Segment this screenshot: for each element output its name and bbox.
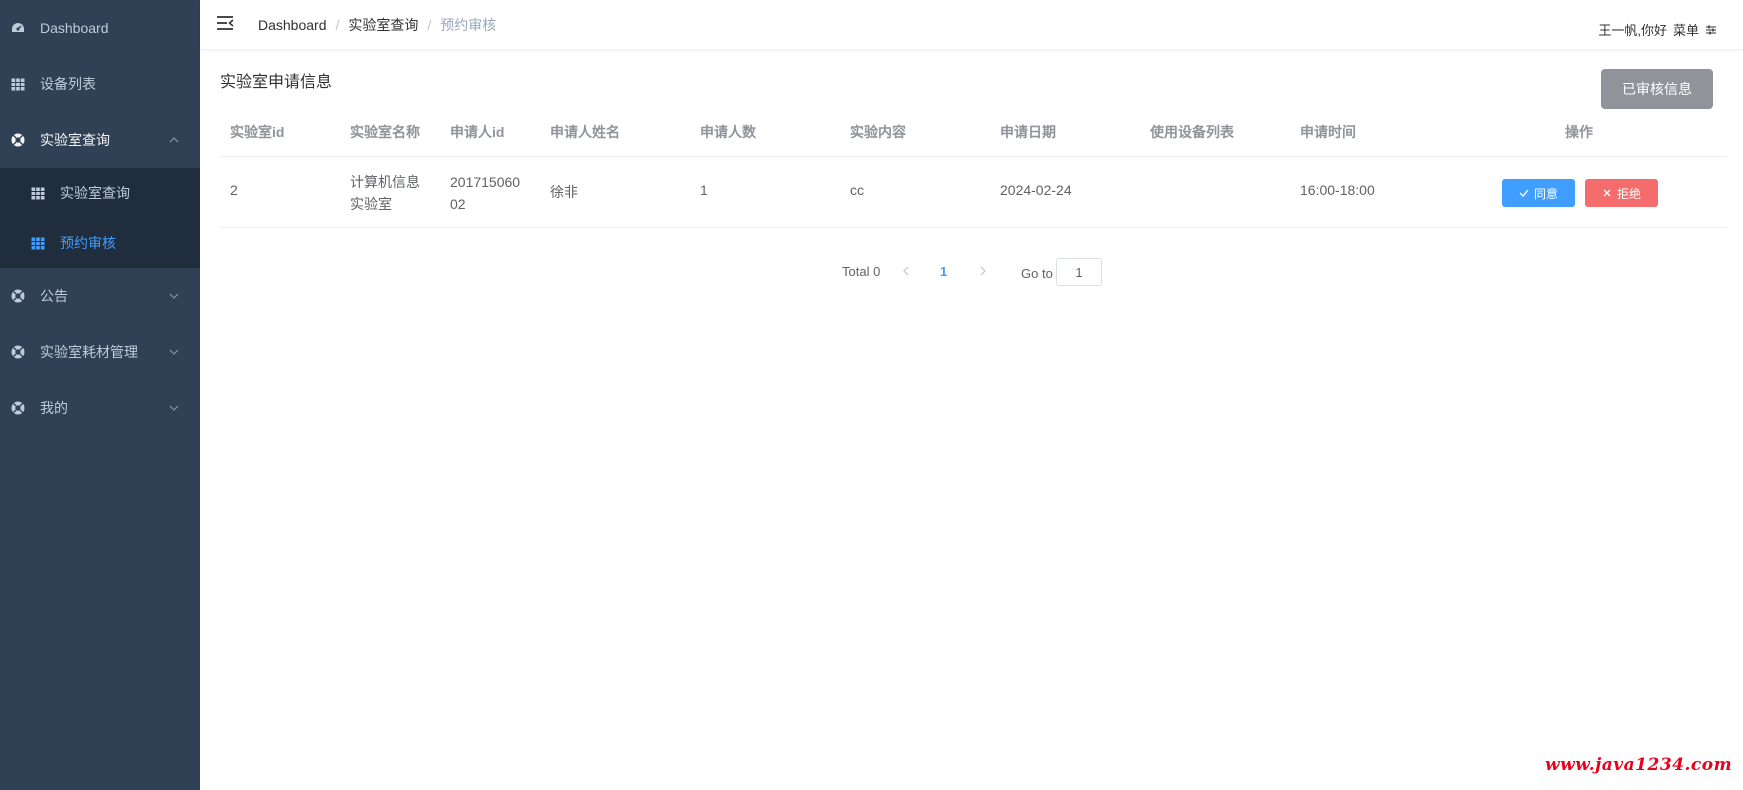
- sidebar-item-label: Dashboard: [40, 20, 109, 36]
- reject-button[interactable]: 拒绝: [1585, 179, 1658, 207]
- breadcrumb-separator: /: [335, 17, 340, 33]
- column-header: 申请时间: [1300, 124, 1356, 140]
- reviewed-info-button[interactable]: 已审核信息: [1601, 69, 1713, 109]
- cell-time: 16:00-18:00: [1300, 182, 1375, 198]
- sidebar-item-label: 实验室耗材管理: [40, 344, 138, 360]
- table-header: 实验室id 实验室名称 申请人id 申请人姓名 申请人数 实验内容 申请日期 使…: [220, 112, 1727, 157]
- column-header: 申请人姓名: [550, 124, 620, 140]
- reservation-table: 实验室id 实验室名称 申请人id 申请人姓名 申请人数 实验内容 申请日期 使…: [220, 112, 1727, 228]
- sidebar-item-notice[interactable]: 公告: [0, 268, 200, 324]
- table-icon: [30, 235, 46, 251]
- agree-button[interactable]: 同意: [1502, 179, 1575, 207]
- watermark: www.java1234.com: [1545, 755, 1733, 775]
- chevron-down-icon: [169, 405, 179, 411]
- sidebar: Dashboard 设备列表 实验室查询 实验室查询 预约审核 公告 实验室耗材…: [0, 0, 200, 790]
- column-header: 申请日期: [1000, 124, 1056, 140]
- column-header: 操作: [1565, 124, 1593, 140]
- cell-lab-name: 计算机信息 实验室: [350, 171, 420, 215]
- agree-button-label: 同意: [1533, 186, 1558, 201]
- column-header: 申请人数: [700, 124, 756, 140]
- pagination-goto-label: Go to: [1021, 266, 1053, 281]
- sidebar-item-equipment-list[interactable]: 设备列表: [0, 56, 200, 112]
- menu-label[interactable]: 菜单: [1673, 20, 1699, 39]
- chevron-right-icon[interactable]: [977, 265, 989, 277]
- chevron-down-icon: [169, 293, 179, 299]
- sliders-icon[interactable]: [1705, 24, 1717, 36]
- hamburger-icon[interactable]: [216, 15, 234, 31]
- dashboard-icon: [10, 20, 26, 36]
- sidebar-item-mine[interactable]: 我的: [0, 380, 200, 436]
- sidebar-item-label: 设备列表: [40, 76, 96, 92]
- breadcrumb-item-current: 预约审核: [440, 17, 497, 33]
- sidebar-submenu-lab-query: 实验室查询 预约审核: [0, 168, 200, 268]
- column-header: 实验室名称: [350, 124, 420, 140]
- breadcrumb-item-dashboard[interactable]: Dashboard: [258, 17, 327, 33]
- sidebar-item-label: 实验室查询: [60, 185, 130, 201]
- table-icon: [30, 185, 46, 201]
- column-header: 使用设备列表: [1150, 124, 1234, 140]
- sidebar-item-lab-query-group[interactable]: 实验室查询: [0, 112, 200, 168]
- cell-line: 02: [450, 196, 466, 212]
- table-row: 2 计算机信息 实验室 201715060 02 徐非 1 cc 2024-02…: [220, 157, 1727, 228]
- column-header: 实验内容: [850, 124, 906, 140]
- lifebuoy-icon: [10, 288, 26, 304]
- navbar: Dashboard / 实验室查询 / 预约审核 王一帆,你好 菜单: [200, 0, 1743, 50]
- breadcrumb: Dashboard / 实验室查询 / 预约审核: [258, 15, 496, 35]
- chevron-down-icon: [169, 349, 179, 355]
- reject-button-label: 拒绝: [1616, 186, 1641, 201]
- pagination-page[interactable]: 1: [940, 264, 947, 279]
- cell-line: 计算机信息: [350, 174, 420, 190]
- cell-applicant-name: 徐非: [550, 184, 578, 200]
- cell-content: cc: [850, 182, 864, 198]
- cell-lab-id: 2: [230, 182, 238, 198]
- cell-line: 201715060: [450, 174, 521, 190]
- chevron-left-icon[interactable]: [900, 265, 912, 277]
- sidebar-item-reservation-review[interactable]: 预约审核: [0, 218, 200, 268]
- lifebuoy-icon: [10, 132, 26, 148]
- column-header: 申请人id: [450, 124, 505, 140]
- cell-date: 2024-02-24: [1000, 182, 1072, 198]
- breadcrumb-separator: /: [427, 17, 432, 33]
- app-root: Dashboard 设备列表 实验室查询 实验室查询 预约审核 公告 实验室耗材…: [0, 0, 1743, 790]
- page-title: 实验室申请信息: [220, 74, 333, 91]
- cell-applicant-id: 201715060 02: [450, 171, 520, 215]
- cell-people: 1: [700, 182, 708, 198]
- cell-line: 实验室: [350, 196, 392, 212]
- lifebuoy-icon: [10, 344, 26, 360]
- sidebar-item-label: 实验室查询: [40, 132, 110, 148]
- user-greeting: 王一帆,你好: [1598, 23, 1667, 38]
- sidebar-item-dashboard[interactable]: Dashboard: [0, 0, 200, 56]
- sidebar-item-label: 我的: [40, 400, 68, 416]
- user-menu[interactable]: 王一帆,你好 菜单: [1598, 20, 1717, 39]
- lifebuoy-icon: [10, 400, 26, 416]
- sidebar-item-consumables[interactable]: 实验室耗材管理: [0, 324, 200, 380]
- pagination-goto-input[interactable]: [1056, 258, 1102, 286]
- close-icon: [1603, 189, 1611, 197]
- breadcrumb-item-lab-query[interactable]: 实验室查询: [348, 15, 418, 35]
- column-header: 实验室id: [230, 124, 285, 140]
- table-icon: [10, 76, 26, 92]
- check-icon: [1519, 189, 1529, 197]
- sidebar-item-label: 公告: [40, 288, 68, 304]
- sidebar-item-lab-query[interactable]: 实验室查询: [0, 168, 200, 218]
- sidebar-item-label: 预约审核: [60, 235, 116, 251]
- chevron-up-icon: [169, 137, 179, 143]
- pagination-total: Total 0: [842, 264, 881, 279]
